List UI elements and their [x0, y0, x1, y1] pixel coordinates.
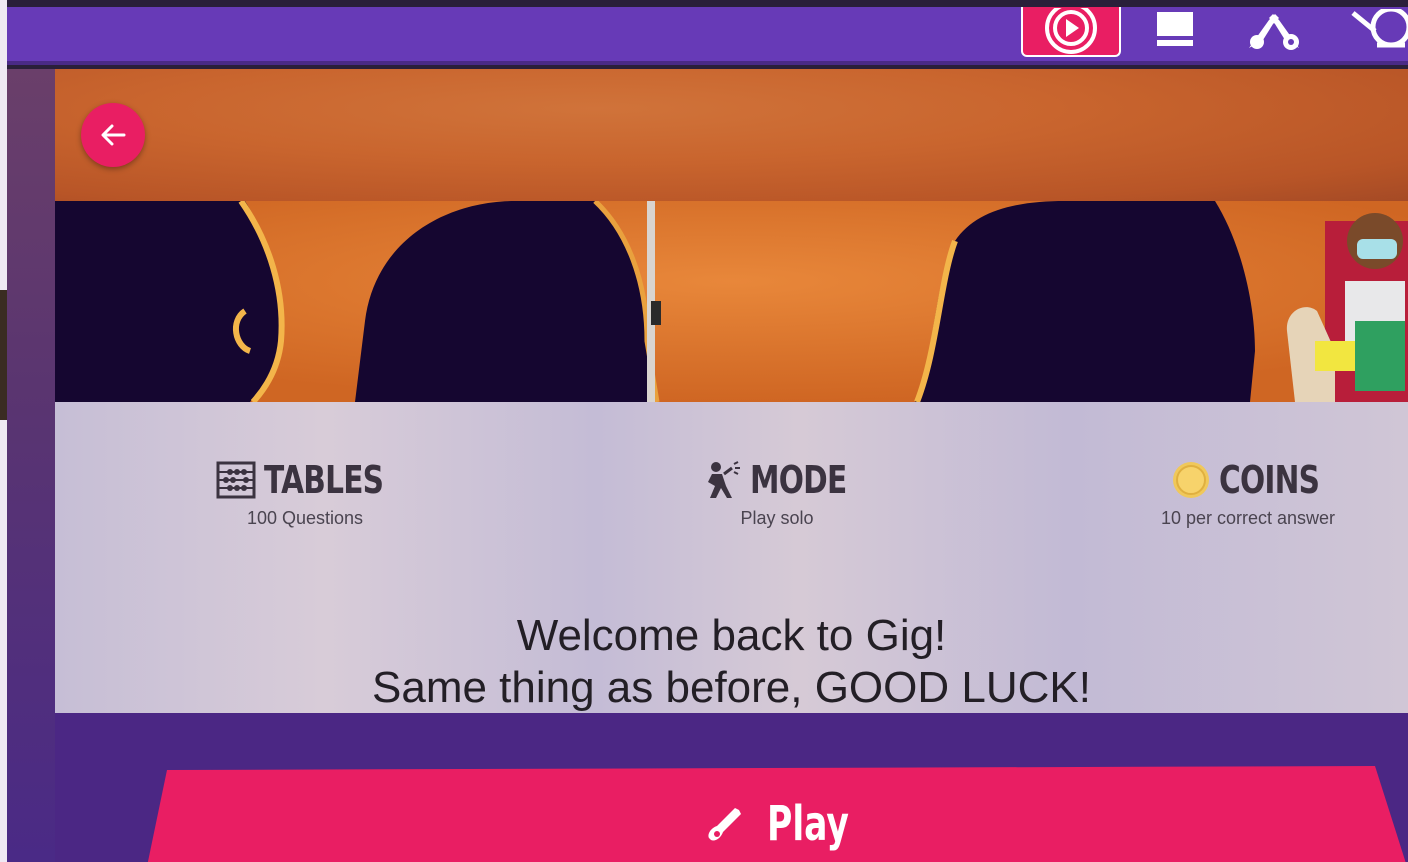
mode-title: MODE [750, 458, 847, 502]
arrow-left-icon [101, 124, 126, 146]
play-circle-icon [1045, 8, 1097, 54]
play-label: Play [766, 796, 849, 852]
drum-icon [1351, 9, 1408, 48]
guitars-button[interactable] [1239, 7, 1309, 57]
welcome-line-1: Welcome back to Gig! [516, 611, 947, 660]
coin-icon [1172, 462, 1209, 498]
play-zone: Play [55, 713, 1408, 862]
mode-stat: MODE Play solo [587, 458, 967, 529]
tables-subtitle: 100 Questions [246, 508, 364, 528]
coins-title: COINS [1218, 458, 1320, 502]
app-frame: TABLES 100 Questions MODE Play solo COIN… [0, 0, 1408, 862]
tables-stat: TABLES 100 Questions [115, 458, 495, 529]
welcome-line-2: Same thing as before, GOOD LUCK! [372, 663, 1091, 712]
welcome-message: Welcome back to Gig! Same thing as befor… [55, 610, 1408, 713]
book-button[interactable] [1153, 7, 1197, 57]
banner-backdrop [55, 69, 1408, 201]
guitars-icon [1249, 14, 1299, 50]
coins-stat: COINS 10 per correct answer [1058, 458, 1408, 529]
play-video-button[interactable] [1021, 7, 1121, 57]
game-info: TABLES 100 Questions MODE Play solo COIN… [55, 402, 1408, 713]
guitar-icon [708, 808, 741, 841]
gig-panel: TABLES 100 Questions MODE Play solo COIN… [55, 69, 1408, 862]
band-silhouettes-illustration [55, 201, 1408, 402]
side-handle [0, 290, 7, 420]
mode-subtitle: Play solo [740, 508, 814, 528]
abacus-icon [216, 461, 256, 499]
performer-icon [708, 461, 741, 498]
coins-subtitle: 10 per correct answer [1160, 508, 1336, 528]
left-gutter [0, 0, 7, 862]
side-strip [7, 69, 55, 862]
tables-title: TABLES [263, 458, 384, 502]
drum-button[interactable] [1347, 7, 1408, 57]
play-button[interactable]: Play [145, 766, 1408, 862]
back-button[interactable] [81, 103, 145, 167]
top-bar [7, 7, 1408, 65]
band-banner [55, 201, 1408, 402]
book-icon [1157, 12, 1193, 46]
